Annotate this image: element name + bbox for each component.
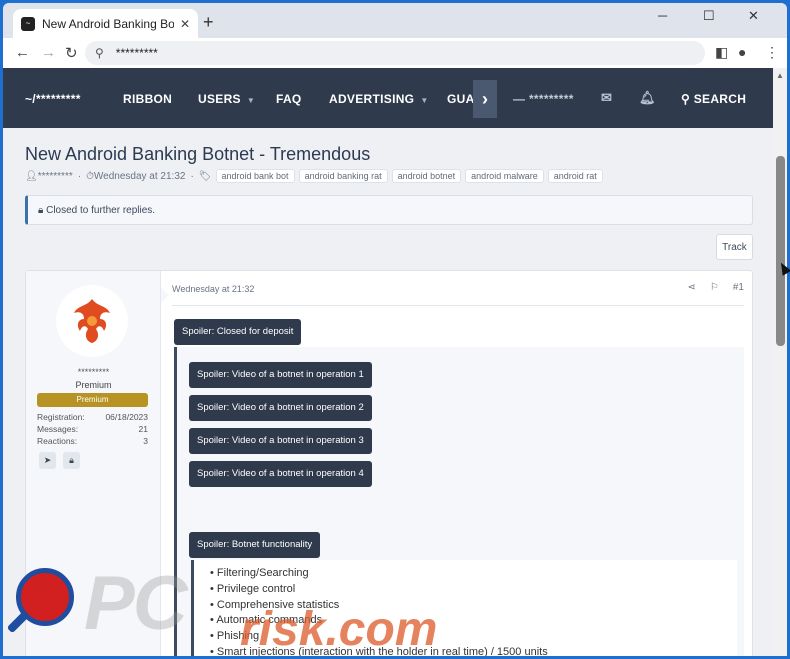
tag[interactable]: android bank bot	[215, 169, 295, 183]
nav-user[interactable]: — *********	[513, 92, 574, 106]
lock-icon: 🔒︎	[38, 204, 47, 216]
url-text: *********	[115, 46, 158, 60]
nav-item-users[interactable]: USERS ▼	[198, 92, 255, 106]
spoiler-closed-for-deposit-button[interactable]: Spoiler: Closed for deposit	[174, 319, 302, 345]
page-scrollbar[interactable]: ▲	[773, 68, 787, 656]
reload-icon[interactable]: ↻	[65, 44, 78, 62]
new-tab-button[interactable]: +	[203, 12, 214, 33]
browser-tab[interactable]: ~ New Android Banking Botnet - Tr ✕	[13, 9, 198, 38]
nav-scroll-right-button[interactable]: ›	[473, 80, 497, 118]
thread-meta: 👤︎ ********* · ⏱︎ Wednesday at 21:32 · 🏷…	[25, 169, 603, 183]
back-icon[interactable]: ←	[15, 44, 30, 61]
tab-close-icon[interactable]: ✕	[180, 17, 190, 31]
address-bar[interactable]: ⚲ *********	[85, 41, 705, 65]
nav-item-guarantee[interactable]: GUA	[447, 92, 475, 106]
bookmark-icon[interactable]: ⚐	[710, 282, 719, 293]
share-icon[interactable]: ⋖	[688, 282, 696, 293]
nav-item-faq[interactable]: FAQ	[276, 92, 302, 106]
nav-item-ribbon[interactable]: RIBBON	[123, 92, 172, 106]
user-arrow	[161, 287, 169, 303]
tag[interactable]: android banking rat	[298, 169, 388, 183]
watermark-text: PC	[84, 561, 188, 646]
tag[interactable]: android rat	[547, 169, 603, 183]
spoiler-video-1-button[interactable]: Spoiler: Video of a botnet in operation …	[189, 362, 372, 388]
stat-registration: Registration: 06/18/2023	[37, 412, 148, 422]
list-item: Filtering/Searching	[210, 566, 548, 582]
browser-toolbar: ← → ↻ ⚲ ********* ◧ ● ⋮	[3, 38, 787, 68]
site-info-icon[interactable]: ⚲	[95, 46, 104, 60]
nav-item-advertising[interactable]: ADVERTISING ▼	[329, 92, 429, 106]
spoiler-botnet-functionality-button[interactable]: Spoiler: Botnet functionality	[189, 532, 321, 558]
tags-icon: 🏷︎	[198, 170, 212, 182]
clock-icon: ⏱︎	[86, 170, 94, 182]
post-date[interactable]: Wednesday at 21:32	[172, 284, 254, 294]
site-navbar: ~/********* RIBBON USERS ▼ FAQ ADVERTISIN…	[3, 68, 773, 128]
telegram-icon[interactable]: ➤	[39, 452, 56, 469]
thread-date[interactable]: Wednesday at 21:32	[94, 171, 186, 182]
lock-icon[interactable]: 🔒︎	[63, 452, 80, 469]
maximize-button[interactable]: ☐	[703, 8, 715, 24]
scroll-up-arrow-icon[interactable]: ▲	[776, 71, 784, 80]
site-logo[interactable]: ~/*********	[25, 92, 81, 106]
tab-strip: ~ New Android Banking Botnet - Tr ✕ + ─ …	[3, 3, 787, 38]
user-title: Premium	[75, 380, 112, 390]
scrollbar-thumb[interactable]	[776, 156, 785, 346]
chevron-down-icon: ▼	[246, 96, 256, 105]
user-badge: Premium	[37, 393, 148, 407]
spoiler-video-3-button[interactable]: Spoiler: Video of a botnet in operation …	[189, 428, 372, 454]
search-icon: ⚲	[681, 92, 694, 106]
forward-icon[interactable]: →	[41, 44, 56, 61]
post-body: Wednesday at 21:32 ⋖ ⚐ #1 Spoiler: Close…	[172, 271, 744, 656]
menu-kebab-icon[interactable]: ⋮	[765, 44, 779, 61]
chevron-down-icon: ▼	[420, 96, 429, 105]
post-username[interactable]: *********	[26, 367, 161, 377]
close-window-button[interactable]: ✕	[748, 8, 759, 24]
spoiler-video-4-button[interactable]: Spoiler: Video of a botnet in operation …	[189, 461, 372, 487]
avatar[interactable]	[56, 285, 128, 357]
thread-author[interactable]: *********	[38, 171, 73, 182]
bell-icon[interactable]: 🔔︎	[639, 90, 656, 106]
side-panel-icon[interactable]: ◧	[715, 44, 728, 61]
user-icon: 👤︎	[25, 170, 38, 182]
stat-reactions: Reactions: 3	[37, 436, 148, 446]
browser-window: ~ New Android Banking Botnet - Tr ✕ + ─ …	[3, 3, 787, 656]
closed-notice: 🔒︎ Closed to further replies.	[25, 195, 753, 225]
inbox-icon[interactable]: ✉	[601, 90, 612, 106]
nav-search[interactable]: ⚲ SEARCH	[681, 92, 746, 106]
post-actions: ⋖ ⚐ #1	[688, 282, 744, 293]
profile-avatar-icon[interactable]: ●	[738, 44, 746, 60]
site-favicon-icon: ~	[21, 16, 35, 31]
list-item: Privilege control	[210, 582, 548, 598]
phoenix-logo-icon	[74, 299, 110, 343]
stat-messages: Messages: 21	[37, 424, 148, 434]
post-number[interactable]: #1	[733, 282, 744, 293]
tag[interactable]: android botnet	[391, 169, 462, 183]
divider	[172, 305, 744, 306]
page-title: New Android Banking Botnet - Tremendous	[25, 144, 371, 164]
minimize-button[interactable]: ─	[658, 8, 667, 23]
spoiler-video-2-button[interactable]: Spoiler: Video of a botnet in operation …	[189, 395, 372, 421]
track-button[interactable]: Track	[716, 234, 753, 260]
watermark-text-domain: risk.com	[240, 603, 438, 656]
tag[interactable]: android malware	[465, 169, 544, 183]
tab-title: New Android Banking Botnet - Tr	[42, 16, 174, 31]
